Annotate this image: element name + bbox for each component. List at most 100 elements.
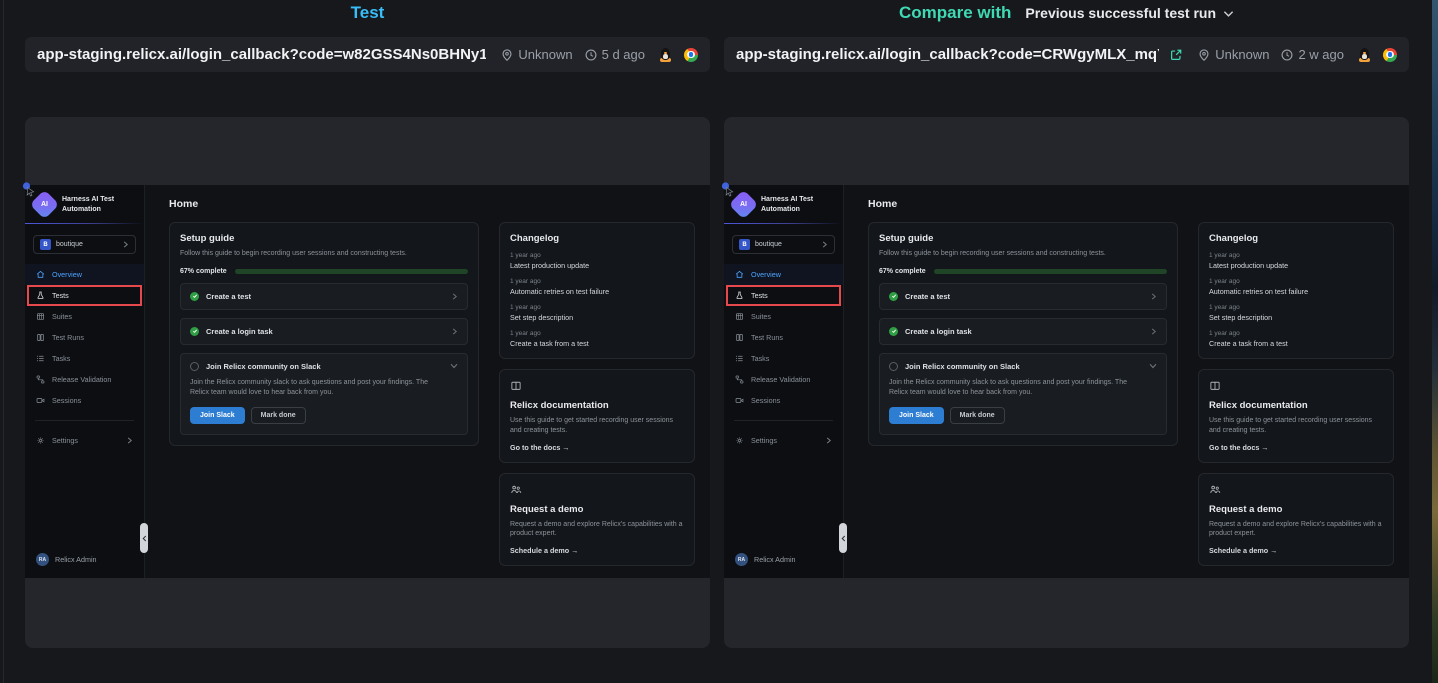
- app-sidebar: AI Harness AI Test Automation B boutique…: [724, 185, 844, 578]
- chevron-right-icon: [451, 293, 458, 300]
- brand-divider: [724, 223, 843, 224]
- schedule-demo-link[interactable]: Schedule a demo →: [510, 546, 684, 555]
- list-icon: [36, 354, 45, 363]
- sidebar-item-overview[interactable]: Overview: [724, 264, 843, 285]
- join-slack-description: Join the Relicx community slack to ask q…: [190, 378, 437, 398]
- columns-icon: [735, 333, 744, 342]
- sidebar-item-test-runs[interactable]: Test Runs: [25, 327, 144, 348]
- project-selector[interactable]: B boutique: [732, 235, 835, 254]
- sidebar-item-tasks[interactable]: Tasks: [25, 348, 144, 369]
- check-circle-icon: [190, 327, 199, 336]
- compare-run-dropdown[interactable]: Previous successful test run: [1025, 5, 1234, 21]
- sidebar-item-overview[interactable]: Overview: [25, 264, 144, 285]
- linux-os-icon: [660, 48, 671, 61]
- sidebar-item-suites[interactable]: Suites: [724, 306, 843, 327]
- clock-icon: [584, 48, 598, 62]
- sidebar-divider: [35, 420, 134, 421]
- mark-done-button[interactable]: Mark done: [251, 407, 306, 424]
- sidebar-item-settings[interactable]: Settings: [724, 430, 843, 451]
- setup-guide-card: Setup guide Follow this guide to begin r…: [169, 222, 479, 446]
- setup-guide-card: Setup guide Follow this guide to begin r…: [868, 222, 1178, 446]
- gear-icon: [36, 436, 45, 445]
- mark-done-button[interactable]: Mark done: [950, 407, 1005, 424]
- sidebar-divider: [734, 420, 833, 421]
- setup-item-create-test[interactable]: Create a test: [180, 283, 468, 310]
- user-menu[interactable]: RA Relicx Admin: [25, 543, 144, 578]
- left-app-screenshot: AI Harness AI Test Automation B boutique…: [25, 185, 710, 578]
- project-selector[interactable]: B boutique: [33, 235, 136, 254]
- left-age-label: 5 d ago: [602, 47, 645, 62]
- join-slack-button[interactable]: Join Slack: [190, 407, 245, 424]
- sidebar-item-tests[interactable]: Tests: [25, 285, 144, 306]
- people-icon: [510, 484, 522, 496]
- sidebar-item-suites[interactable]: Suites: [25, 306, 144, 327]
- changelog-entry: 1 year ago Create a task from a test: [510, 330, 684, 348]
- check-circle-icon: [889, 292, 898, 301]
- documentation-title: Relicx documentation: [510, 400, 684, 411]
- go-to-docs-link[interactable]: Go to the docs →: [1209, 443, 1383, 452]
- chevron-right-icon: [122, 241, 129, 248]
- sidebar-item-sessions[interactable]: Sessions: [724, 390, 843, 411]
- setup-item-join-slack: Join Relicx community on Slack Join the …: [879, 353, 1167, 435]
- setup-progress: 67% complete: [180, 268, 468, 275]
- sidebar-nav: Overview Tests Suites Test Runs Tasks: [25, 264, 144, 411]
- setup-item-join-slack: Join Relicx community on Slack Join the …: [180, 353, 468, 435]
- sidebar-item-release-validation[interactable]: Release Validation: [724, 369, 843, 390]
- left-url-bar: app-staging.relicx.ai/login_callback?cod…: [25, 37, 710, 72]
- changelog-entry: 1 year ago Create a task from a test: [1209, 330, 1383, 348]
- list-icon: [735, 354, 744, 363]
- sidebar-item-sessions[interactable]: Sessions: [25, 390, 144, 411]
- chevron-left-icon: [841, 535, 846, 542]
- changelog-entry: 1 year ago Set step description: [1209, 304, 1383, 322]
- chevron-right-icon: [451, 328, 458, 335]
- user-name: Relicx Admin: [55, 555, 97, 564]
- changelog-title: Changelog: [510, 233, 684, 244]
- video-camera-icon: [36, 396, 45, 405]
- setup-guide-description: Follow this guide to begin recording use…: [180, 249, 468, 259]
- linux-os-icon: [1359, 48, 1370, 61]
- setup-item-create-login-task[interactable]: Create a login task: [180, 318, 468, 345]
- project-name: boutique: [56, 241, 83, 248]
- location-pin-icon: [500, 48, 514, 62]
- desktop-wallpaper-edge: [1432, 0, 1438, 683]
- sidebar-item-release-validation[interactable]: Release Validation: [25, 369, 144, 390]
- join-slack-header[interactable]: Join Relicx community on Slack: [889, 362, 1157, 371]
- sidebar-item-test-runs[interactable]: Test Runs: [724, 327, 843, 348]
- setup-progress-label: 67% complete: [879, 268, 926, 275]
- request-demo-description: Request a demo and explore Relicx's capa…: [510, 520, 684, 540]
- clock-icon: [1280, 48, 1294, 62]
- setup-item-create-test[interactable]: Create a test: [879, 283, 1167, 310]
- join-slack-header[interactable]: Join Relicx community on Slack: [190, 362, 458, 371]
- documentation-description: Use this guide to get started recording …: [510, 416, 684, 436]
- external-link-icon[interactable]: [1169, 48, 1183, 62]
- page-title: Home: [868, 198, 1395, 210]
- documentation-description: Use this guide to get started recording …: [1209, 416, 1383, 436]
- app-main: Home Setup guide Follow this guide to be…: [844, 185, 1409, 578]
- compare-run-dropdown-value: Previous successful test run: [1025, 5, 1216, 21]
- check-circle-icon: [889, 327, 898, 336]
- right-panel-title-band: Compare with Previous successful test ru…: [724, 0, 1409, 26]
- setup-guide-title: Setup guide: [879, 233, 1167, 244]
- chevron-right-icon: [126, 437, 133, 444]
- right-app-screenshot: AI Harness AI Test Automation B boutique…: [724, 185, 1409, 578]
- setup-item-create-login-task[interactable]: Create a login task: [879, 318, 1167, 345]
- schedule-demo-link[interactable]: Schedule a demo →: [1209, 546, 1383, 555]
- join-slack-button[interactable]: Join Slack: [889, 407, 944, 424]
- sidebar-item-tasks[interactable]: Tasks: [724, 348, 843, 369]
- user-menu[interactable]: RA Relicx Admin: [724, 543, 843, 578]
- chevron-down-icon: [450, 363, 458, 369]
- changelog-card: Changelog 1 year ago Latest production u…: [499, 222, 695, 359]
- harness-app: AI Harness AI Test Automation B boutique…: [724, 185, 1409, 578]
- go-to-docs-link[interactable]: Go to the docs →: [510, 443, 684, 452]
- sidebar-collapse-handle[interactable]: [839, 523, 847, 553]
- sidebar-item-settings[interactable]: Settings: [25, 430, 144, 451]
- app-brand: AI Harness AI Test Automation: [25, 185, 144, 223]
- chrome-browser-icon: [1383, 48, 1397, 62]
- video-camera-icon: [735, 396, 744, 405]
- project-name: boutique: [755, 241, 782, 248]
- sidebar-collapse-handle[interactable]: [140, 523, 148, 553]
- changelog-entry: 1 year ago Automatic retries on test fai…: [510, 278, 684, 296]
- changelog-entry: 1 year ago Latest production update: [1209, 252, 1383, 270]
- sidebar-item-tests[interactable]: Tests: [724, 285, 843, 306]
- left-location-label: Unknown: [518, 47, 572, 62]
